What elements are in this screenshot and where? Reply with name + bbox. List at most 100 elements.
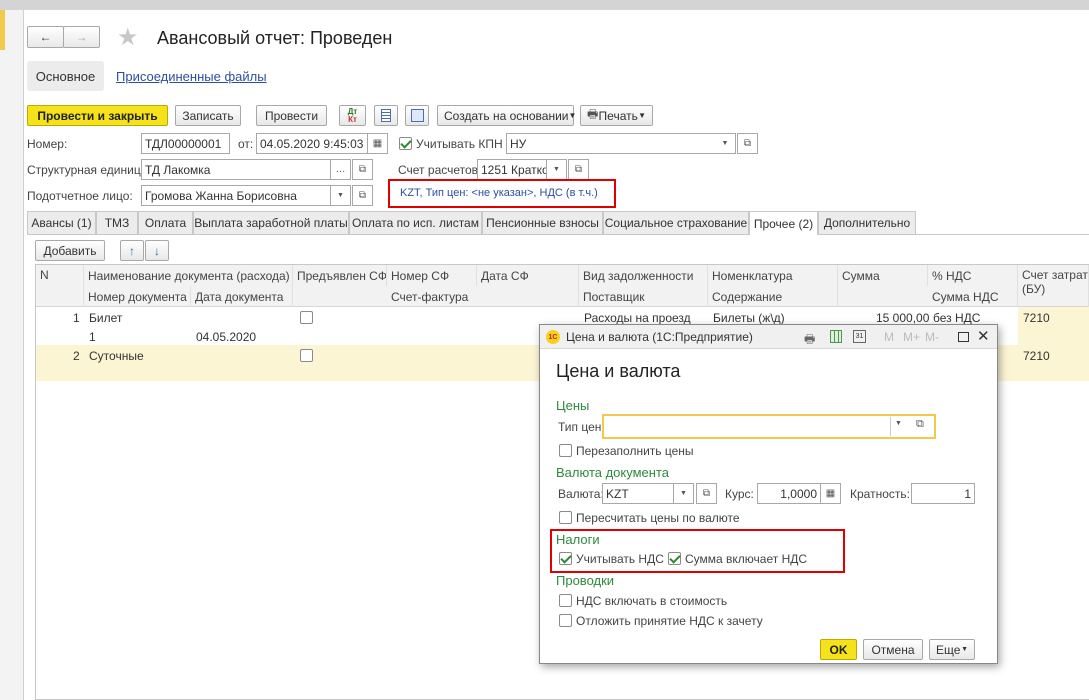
arrow-down-icon: ↓: [154, 243, 160, 258]
tab-attached-files[interactable]: Присоединенные файлы: [116, 69, 267, 84]
unit-select-button[interactable]: …: [330, 159, 351, 180]
ok-button[interactable]: OK: [820, 639, 857, 660]
tab-salary[interactable]: Выплата заработной платы: [193, 211, 349, 234]
multiplicity-field[interactable]: 1: [911, 483, 975, 504]
col-n[interactable]: N: [36, 265, 84, 307]
save-button[interactable]: Записать: [175, 105, 241, 126]
calendar-button[interactable]: ▦: [367, 133, 388, 154]
tab-additional[interactable]: Дополнительно: [818, 211, 916, 234]
rate-field[interactable]: 1,0000: [757, 483, 821, 504]
col-content[interactable]: Содержание: [708, 286, 838, 307]
tab-advances[interactable]: Авансы (1): [27, 211, 96, 234]
structure-button[interactable]: [405, 105, 429, 126]
person-open-button[interactable]: ⧉: [352, 185, 373, 206]
dt-kt-button[interactable]: Дт Кт: [339, 105, 366, 126]
highlight-box: [388, 179, 616, 208]
move-up-button[interactable]: ↑: [120, 240, 144, 261]
invoice-presented-checkbox[interactable]: [300, 349, 313, 362]
memory-plus-button[interactable]: M+: [903, 330, 920, 344]
tab-payment[interactable]: Оплата: [138, 211, 193, 234]
col-supplier[interactable]: Поставщик: [579, 286, 708, 307]
unit-field[interactable]: ТД Лакомка: [141, 159, 331, 180]
chevron-down-icon[interactable]: ▼: [895, 420, 902, 427]
forward-button[interactable]: →: [63, 26, 100, 48]
memory-m-button[interactable]: M: [884, 330, 894, 344]
back-button[interactable]: ←: [27, 26, 64, 48]
memory-minus-button[interactable]: M-: [925, 330, 939, 344]
kpn-field[interactable]: НУ: [506, 133, 736, 154]
col-name[interactable]: Наименование документа (расхода): [84, 265, 293, 286]
col-vat-sum[interactable]: Сумма НДС: [928, 286, 1018, 307]
more-button[interactable]: Еще ▼: [929, 639, 975, 660]
page-title: Авансовый отчет: Проведен: [157, 28, 393, 48]
forward-arrow-icon: →: [75, 30, 88, 44]
tab-other[interactable]: Прочее (2): [749, 211, 818, 235]
calendar-icon[interactable]: 31: [853, 330, 866, 343]
dialog-app-title: Цена и валюта (1С:Предприятие): [566, 330, 753, 344]
list-icon: [381, 109, 391, 122]
currency-field[interactable]: KZT: [602, 483, 680, 504]
vat-in-cost-checkbox[interactable]: [559, 594, 572, 607]
account-field[interactable]: 1251 Кратко: [477, 159, 547, 180]
maximize-icon[interactable]: [958, 332, 969, 342]
person-label: Подотчетное лицо:: [27, 189, 133, 203]
print-button[interactable]: 🖶 Печать ▼: [580, 105, 653, 126]
col-doc-date[interactable]: Дата документа: [191, 286, 293, 307]
multiplicity-label: Кратность:: [850, 487, 910, 501]
spreadsheet-icon[interactable]: [830, 330, 842, 343]
list-button[interactable]: [374, 105, 398, 126]
date-field[interactable]: 04.05.2020 9:45:03: [256, 133, 368, 154]
col-invoice-presented[interactable]: Предъявлен СФ: [293, 265, 387, 286]
price-type-field[interactable]: [602, 414, 936, 439]
tab-main[interactable]: Основное: [27, 61, 104, 91]
more-label: Еще: [936, 642, 961, 657]
tab-writs[interactable]: Оплата по исп. листам: [349, 211, 482, 234]
refill-prices-checkbox[interactable]: [559, 444, 572, 457]
date-label: от:: [238, 137, 254, 151]
col-invoice[interactable]: Счет-фактура: [387, 286, 579, 307]
kpn-checkbox[interactable]: [399, 137, 412, 150]
account-dropdown[interactable]: ▼: [546, 159, 567, 180]
col-debt-type[interactable]: Вид задолженности: [579, 265, 708, 286]
invoice-presented-checkbox[interactable]: [300, 311, 313, 324]
tab-pension[interactable]: Пенсионные взносы: [482, 211, 603, 234]
number-field[interactable]: ТДЛ00000001: [141, 133, 230, 154]
kpn-open-button[interactable]: ⧉: [737, 133, 758, 154]
currency-open-button[interactable]: ⧉: [696, 483, 717, 504]
cancel-button[interactable]: Отмена: [863, 639, 923, 660]
col-sum[interactable]: Сумма: [838, 265, 928, 286]
person-dropdown[interactable]: ▼: [330, 185, 351, 206]
unit-open-button[interactable]: ⧉: [352, 159, 373, 180]
arrow-up-icon: ↑: [129, 243, 135, 258]
row-number: 1: [73, 311, 80, 325]
col-invoice-date[interactable]: Дата СФ: [477, 265, 579, 286]
col-vat-rate[interactable]: % НДС: [928, 265, 1018, 286]
post-button[interactable]: Провести: [256, 105, 327, 126]
calculator-icon: ▦: [825, 488, 836, 499]
post-and-close-button[interactable]: Провести и закрыть: [27, 105, 168, 126]
calculator-button[interactable]: ▦: [820, 483, 841, 504]
create-based-button[interactable]: Создать на основании ▼: [437, 105, 576, 126]
tab-social[interactable]: Социальное страхование: [603, 211, 749, 234]
kpn-dropdown[interactable]: ▼: [715, 133, 736, 154]
move-down-button[interactable]: ↓: [145, 240, 169, 261]
col-invoice-number[interactable]: Номер СФ: [387, 265, 477, 286]
col-nomenclature[interactable]: Номенклатура: [708, 265, 838, 286]
add-row-button[interactable]: Добавить: [35, 240, 105, 261]
defer-vat-checkbox[interactable]: [559, 614, 572, 627]
col-cost-account[interactable]: Счет затрат (БУ): [1018, 265, 1089, 307]
tab-tmz[interactable]: ТМЗ: [96, 211, 138, 234]
print-doc-icon[interactable]: 🖶: [804, 330, 815, 351]
dt-kt-icon: Дт Кт: [347, 106, 358, 124]
close-icon[interactable]: ✕: [977, 327, 990, 345]
currency-dropdown[interactable]: ▼: [673, 483, 694, 504]
open-icon[interactable]: ⧉: [916, 418, 924, 431]
person-field[interactable]: Громова Жанна Борисовна: [141, 185, 331, 206]
col-doc-number[interactable]: Номер документа: [84, 286, 191, 307]
currency-label: Валюта:: [558, 487, 604, 501]
account-open-button[interactable]: ⧉: [568, 159, 589, 180]
recalc-checkbox[interactable]: [559, 511, 572, 524]
app-logo-icon: 1С: [546, 330, 560, 344]
row-name: Билет: [89, 311, 123, 325]
star-icon[interactable]: ★: [117, 23, 139, 52]
